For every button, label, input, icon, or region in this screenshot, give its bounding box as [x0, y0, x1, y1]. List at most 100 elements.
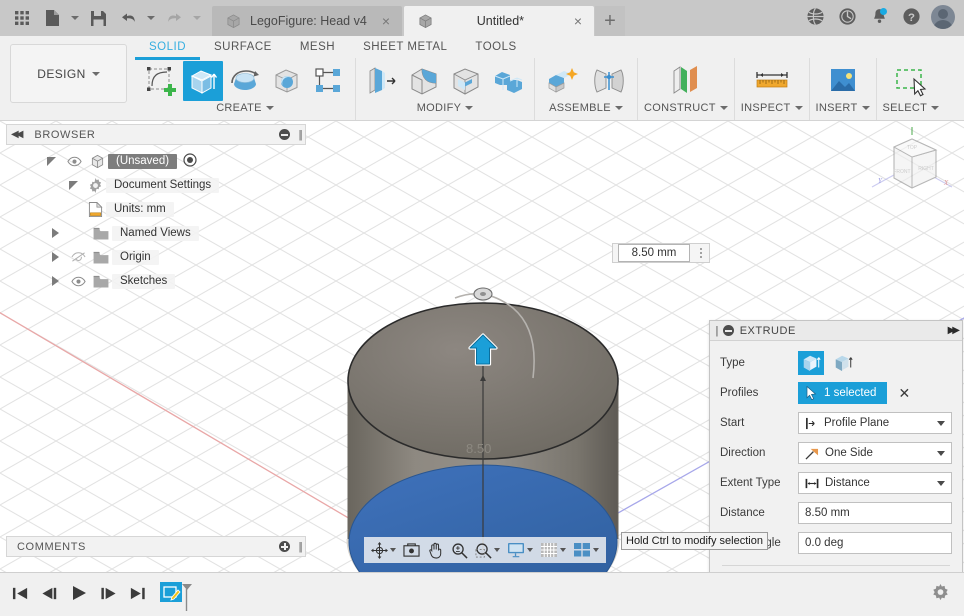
step-back-icon[interactable]: [41, 585, 58, 605]
thin-extrude-icon[interactable]: [830, 351, 856, 375]
ribbon-tab-mesh[interactable]: MESH: [286, 38, 349, 60]
direction-dropdown[interactable]: One Side: [798, 442, 952, 464]
start-dropdown[interactable]: Profile Plane: [798, 412, 952, 434]
tree-item-origin[interactable]: Origin: [6, 245, 306, 269]
tree-item-document-settings[interactable]: Document Settings: [6, 173, 306, 197]
new-document-caret-icon[interactable]: [68, 4, 82, 32]
extrude-dialog-header[interactable]: || EXTRUDE ▶▶: [710, 321, 962, 341]
dimension-options-icon[interactable]: [695, 248, 709, 258]
extent-type-dropdown[interactable]: Distance: [798, 472, 952, 494]
redo-caret-icon[interactable]: [190, 4, 204, 32]
dialog-grip[interactable]: ||: [715, 325, 718, 337]
insert-image-icon[interactable]: [821, 61, 865, 101]
double-left-chevron-icon[interactable]: ◀◀: [11, 129, 24, 140]
ribbon-tab-solid[interactable]: SOLID: [135, 38, 201, 60]
expander-icon[interactable]: [44, 252, 66, 262]
save-icon[interactable]: [84, 4, 112, 32]
solid-extrude-icon[interactable]: [798, 351, 824, 375]
go-to-end-icon[interactable]: [129, 585, 146, 605]
shell-icon[interactable]: [446, 61, 486, 101]
panel-label-modify[interactable]: MODIFY: [417, 102, 474, 114]
canvas-dimension-input[interactable]: [618, 244, 690, 262]
pan-look-at-icon[interactable]: [400, 538, 423, 562]
close-icon[interactable]: ×: [568, 14, 582, 28]
taper-angle-input[interactable]: 0.0 deg: [798, 532, 952, 554]
add-comment-icon[interactable]: [279, 541, 291, 552]
panel-grip[interactable]: |||: [298, 541, 302, 553]
visibility-eye-icon[interactable]: [62, 156, 86, 167]
grid-snaps-icon[interactable]: [537, 538, 569, 562]
double-right-chevron-icon[interactable]: ▶▶: [948, 325, 961, 336]
fillet-icon[interactable]: [404, 61, 444, 101]
expander-icon[interactable]: [40, 156, 62, 167]
undo-icon[interactable]: [114, 4, 142, 32]
recent-history-icon[interactable]: [832, 2, 862, 32]
zoom-window-icon[interactable]: [472, 538, 503, 562]
panel-label-assemble[interactable]: ASSEMBLE: [549, 102, 623, 114]
measure-icon[interactable]: [750, 61, 794, 101]
ribbon-tab-surface[interactable]: SURFACE: [200, 38, 286, 60]
help-icon[interactable]: ?: [896, 2, 926, 32]
new-component-icon[interactable]: [541, 61, 585, 101]
redo-icon[interactable]: [160, 4, 188, 32]
revolve-icon[interactable]: [225, 61, 265, 101]
panel-label-insert[interactable]: INSERT: [816, 102, 870, 114]
offset-plane-icon[interactable]: [664, 61, 708, 101]
timeline-settings-gear-icon[interactable]: [931, 583, 950, 606]
close-icon[interactable]: ×: [376, 14, 390, 28]
create-sketch-icon[interactable]: [141, 61, 181, 101]
tree-item-sketches[interactable]: Sketches: [6, 269, 306, 293]
expander-icon[interactable]: [44, 228, 66, 238]
visibility-eye-icon[interactable]: [66, 276, 90, 287]
globe-icon[interactable]: [800, 2, 830, 32]
orbit-icon[interactable]: [368, 538, 399, 562]
pattern-icon[interactable]: [309, 61, 349, 101]
profiles-selection-button[interactable]: 1 selected: [798, 382, 888, 404]
go-to-beginning-icon[interactable]: [12, 585, 29, 605]
press-pull-icon[interactable]: [362, 61, 402, 101]
sphere-icon[interactable]: [267, 61, 307, 101]
3d-canvas[interactable]: 8.50 ◀◀ BROWSER ||| (Unsaved) Document S…: [0, 121, 964, 572]
extrude-arrow-manipulator[interactable]: [467, 333, 499, 370]
collapse-icon[interactable]: [279, 129, 291, 140]
workspace-switcher-button[interactable]: DESIGN: [10, 44, 127, 103]
ribbon-tab-sheet-metal[interactable]: SHEET METAL: [349, 38, 461, 60]
tree-item-units[interactable]: Units: mm: [6, 197, 306, 221]
extrude-icon[interactable]: [183, 61, 223, 101]
expander-icon[interactable]: [62, 180, 84, 191]
apps-grid-icon[interactable]: [8, 4, 36, 32]
combine-icon[interactable]: [488, 61, 528, 101]
pan-hand-icon[interactable]: [424, 538, 447, 562]
ribbon-tab-tools[interactable]: TOOLS: [461, 38, 530, 60]
viewports-icon[interactable]: [570, 538, 602, 562]
window-select-icon[interactable]: [889, 61, 933, 101]
canvas-dimension-input-group[interactable]: [612, 243, 710, 263]
new-tab-button[interactable]: +: [595, 6, 625, 36]
play-icon[interactable]: [70, 584, 88, 605]
step-forward-icon[interactable]: [100, 585, 117, 605]
view-cube[interactable]: TOP FRONT RIGHT Y X: [866, 125, 958, 217]
document-tab-untitled[interactable]: Untitled* ×: [404, 6, 594, 36]
expander-icon[interactable]: [44, 276, 66, 286]
account-avatar[interactable]: [928, 2, 958, 32]
active-component-radio[interactable]: [183, 152, 197, 170]
clear-selection-icon[interactable]: ✕: [898, 386, 910, 400]
notifications-bell-icon[interactable]: [864, 2, 894, 32]
zoom-icon[interactable]: [448, 538, 471, 562]
document-tab-legofigure[interactable]: LegoFigure: Head v4 ×: [212, 6, 402, 36]
distance-input[interactable]: 8.50 mm: [798, 502, 952, 524]
tree-item-unsaved[interactable]: (Unsaved): [6, 149, 306, 173]
undo-caret-icon[interactable]: [144, 4, 158, 32]
panel-label-construct[interactable]: CONSTRUCT: [644, 102, 728, 114]
visibility-eye-hidden-icon[interactable]: [66, 251, 90, 263]
panel-label-inspect[interactable]: INSPECT: [741, 102, 803, 114]
panel-grip[interactable]: |||: [298, 129, 302, 141]
tree-item-named-views[interactable]: Named Views: [6, 221, 306, 245]
new-document-icon[interactable]: [38, 4, 66, 32]
panel-label-select[interactable]: SELECT: [883, 102, 940, 114]
collapse-icon[interactable]: [722, 325, 734, 336]
timeline-feature-sketch[interactable]: [160, 580, 194, 611]
joint-icon[interactable]: [587, 61, 631, 101]
panel-label-create[interactable]: CREATE: [216, 102, 274, 114]
display-settings-icon[interactable]: [504, 538, 536, 562]
